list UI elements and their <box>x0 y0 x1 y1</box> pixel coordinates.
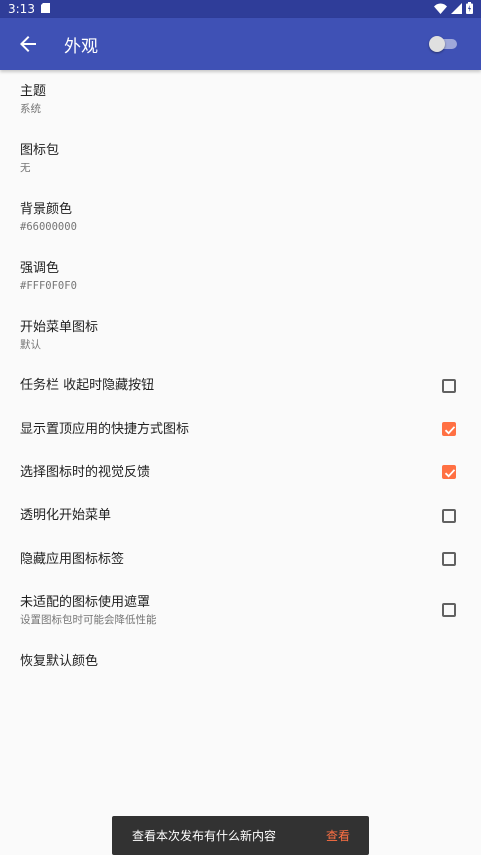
toggle-thumb <box>429 36 445 52</box>
setting-summary: #66000000 <box>20 221 77 233</box>
setting-reset-colors[interactable]: 恢复默认颜色 <box>0 653 481 671</box>
setting-theme[interactable]: 主题 系统 <box>0 83 481 116</box>
sd-card-icon <box>40 2 50 16</box>
setting-summary: 默认 <box>20 339 41 351</box>
checkbox[interactable] <box>442 603 456 617</box>
check-icon <box>444 469 456 478</box>
setting-icon-pack[interactable]: 图标包 无 <box>0 142 481 175</box>
checkbox[interactable] <box>442 379 456 393</box>
setting-title: 选择图标时的视觉反馈 <box>20 465 151 480</box>
setting-title: 开始菜单图标 <box>20 320 99 335</box>
setting-summary: 系统 <box>20 103 41 115</box>
status-time: 3:13 <box>8 2 35 16</box>
master-toggle-switch[interactable] <box>429 36 457 52</box>
setting-show-pinned-shortcuts[interactable]: 显示置顶应用的快捷方式图标 <box>0 421 481 451</box>
setting-title: 强调色 <box>20 261 60 276</box>
arrow-back-icon <box>20 36 36 52</box>
setting-title: 透明化开始菜单 <box>20 508 112 523</box>
setting-summary: #FFF0F0F0 <box>20 280 77 292</box>
setting-title: 恢复默认颜色 <box>20 654 99 669</box>
checkbox[interactable] <box>442 509 456 523</box>
setting-hide-taskbar-buttons[interactable]: 任务栏 收起时隐藏按钮 <box>0 377 481 407</box>
snackbar-message: 查看本次发布有什么新内容 <box>132 829 277 843</box>
status-bar: 3:13 <box>0 0 481 18</box>
setting-background-color[interactable]: 背景颜色 #66000000 <box>0 201 481 234</box>
setting-visual-feedback[interactable]: 选择图标时的视觉反馈 <box>0 464 481 494</box>
setting-title: 背景颜色 <box>20 202 73 217</box>
setting-hide-app-labels[interactable]: 隐藏应用图标标签 <box>0 551 481 581</box>
snackbar-action-button[interactable]: 查看 <box>326 827 350 844</box>
wifi-icon <box>434 3 447 17</box>
check-icon <box>444 426 456 435</box>
setting-icon-mask[interactable]: 未适配的图标使用遮罩 设置图标包时可能会降低性能 <box>0 594 481 630</box>
checkbox[interactable] <box>442 552 456 566</box>
checkbox[interactable] <box>442 422 456 436</box>
snackbar: 查看本次发布有什么新内容 查看 <box>112 816 369 855</box>
setting-accent-color[interactable]: 强调色 #FFF0F0F0 <box>0 260 481 293</box>
checkbox[interactable] <box>442 465 456 479</box>
battery-icon <box>466 2 473 17</box>
page-title: 外观 <box>64 36 98 57</box>
setting-title: 隐藏应用图标标签 <box>20 552 125 567</box>
setting-title: 主题 <box>20 84 47 99</box>
app-bar: 外观 <box>0 18 481 70</box>
setting-summary: 无 <box>20 162 31 174</box>
back-button[interactable] <box>0 18 56 70</box>
setting-title: 未适配的图标使用遮罩 <box>20 595 151 610</box>
setting-title: 图标包 <box>20 143 60 158</box>
setting-title: 任务栏 收起时隐藏按钮 <box>20 378 155 393</box>
setting-title: 显示置顶应用的快捷方式图标 <box>20 422 190 437</box>
setting-transparent-start-menu[interactable]: 透明化开始菜单 <box>0 507 481 537</box>
setting-summary: 设置图标包时可能会降低性能 <box>20 614 157 626</box>
signal-icon <box>451 2 462 17</box>
setting-start-menu-icon[interactable]: 开始菜单图标 默认 <box>0 319 481 352</box>
